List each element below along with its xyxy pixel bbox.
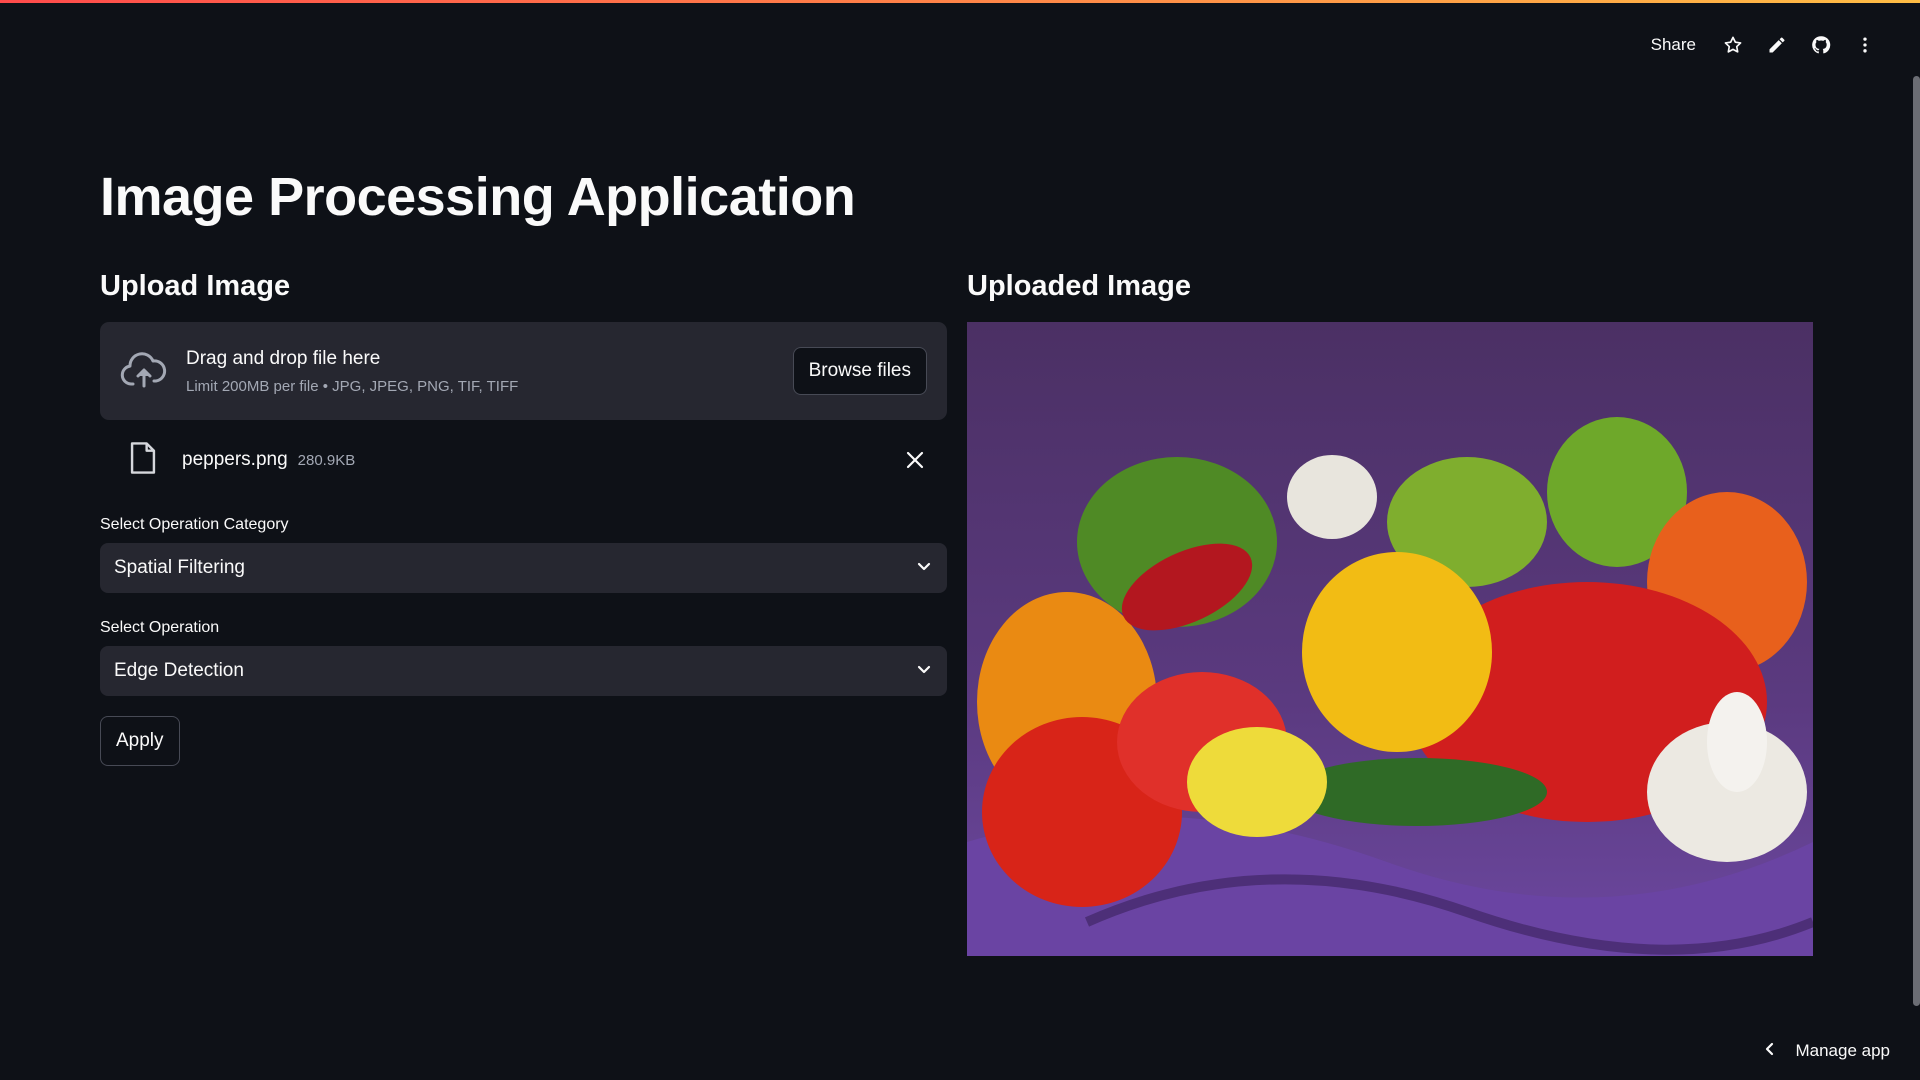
category-selected-value: Spatial Filtering bbox=[114, 557, 245, 578]
chevron-left-icon bbox=[1763, 1042, 1777, 1061]
preview-heading: Uploaded Image bbox=[967, 270, 1191, 302]
more-vertical-icon[interactable] bbox=[1850, 30, 1880, 60]
chevron-down-icon bbox=[915, 660, 933, 683]
apply-button[interactable]: Apply bbox=[100, 716, 180, 766]
category-select[interactable]: Spatial Filtering bbox=[100, 543, 947, 593]
file-dropzone[interactable]: Drag and drop file here Limit 200MB per … bbox=[100, 322, 947, 420]
file-size: 280.9KB bbox=[297, 451, 356, 469]
dropzone-texts: Drag and drop file here Limit 200MB per … bbox=[186, 348, 793, 395]
file-name: peppers.png bbox=[182, 449, 288, 470]
operation-label: Select Operation bbox=[100, 619, 220, 636]
file-icon bbox=[128, 441, 158, 480]
uploaded-file-row: peppers.png 280.9KB bbox=[100, 432, 947, 488]
header-toolbar: Share bbox=[1643, 28, 1880, 62]
category-label: Select Operation Category bbox=[100, 516, 289, 533]
chevron-down-icon bbox=[915, 557, 933, 580]
uploaded-image bbox=[967, 322, 1813, 956]
pencil-icon[interactable] bbox=[1762, 30, 1792, 60]
app-root: Share Image Processing Application Uploa… bbox=[0, 0, 1920, 1080]
github-icon[interactable] bbox=[1806, 30, 1836, 60]
preview-column: Uploaded Image bbox=[967, 266, 1814, 956]
share-button[interactable]: Share bbox=[1643, 31, 1704, 59]
browse-files-button[interactable]: Browse files bbox=[792, 347, 927, 395]
upload-column: Upload Image Drag and drop file here Lim… bbox=[100, 266, 947, 766]
page-title: Image Processing Application bbox=[100, 167, 856, 227]
top-decoration-bar bbox=[0, 0, 1920, 3]
manage-app-label: Manage app bbox=[1795, 1041, 1890, 1060]
cloud-upload-icon bbox=[120, 347, 168, 395]
operation-select[interactable]: Edge Detection bbox=[100, 646, 947, 696]
manage-app-button[interactable]: Manage app bbox=[1763, 1036, 1890, 1066]
upload-heading: Upload Image bbox=[100, 270, 291, 302]
dropzone-instruction: Drag and drop file here bbox=[186, 347, 381, 369]
operation-selected-value: Edge Detection bbox=[114, 660, 244, 681]
remove-file-close-icon[interactable] bbox=[901, 446, 929, 474]
page-scrollbar[interactable] bbox=[1913, 76, 1920, 1006]
dropzone-limit: Limit 200MB per file • JPG, JPEG, PNG, T… bbox=[186, 377, 519, 395]
star-icon[interactable] bbox=[1718, 30, 1748, 60]
